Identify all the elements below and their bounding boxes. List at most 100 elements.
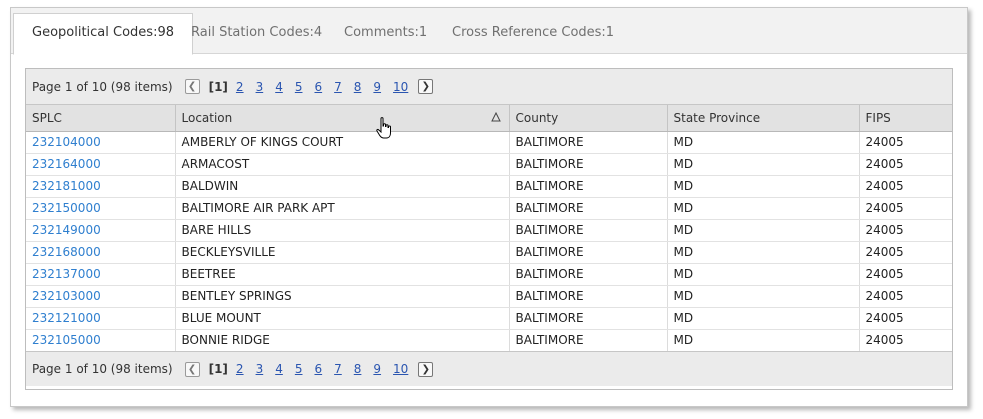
pager-page-link[interactable]: 9 — [373, 80, 381, 94]
tab-bar: Geopolitical Codes:98 Rail Station Codes… — [11, 8, 967, 55]
tab-geopolitical-codes[interactable]: Geopolitical Codes:98 — [13, 13, 193, 55]
table-row: 232181000 BALDWIN BALTIMORE MD 24005 — [26, 175, 952, 198]
chevron-right-icon[interactable]: ❯ — [418, 361, 434, 377]
pager-page-link[interactable]: 10 — [393, 362, 408, 376]
splc-cell: 232137000 — [26, 263, 176, 286]
pager-page-link[interactable]: 6 — [314, 362, 322, 376]
county-cell: BALTIMORE — [509, 329, 668, 351]
chevron-left-icon[interactable]: ❮ — [184, 361, 200, 377]
column-header-splc[interactable]: SPLC — [26, 105, 176, 132]
location-cell: BONNIE RIDGE — [175, 329, 510, 351]
splc-link[interactable]: 232168000 — [32, 245, 101, 259]
splc-cell: 232104000 — [26, 131, 176, 154]
splc-link[interactable]: 232137000 — [32, 267, 101, 281]
splc-link[interactable]: 232104000 — [32, 135, 101, 149]
county-cell: BALTIMORE — [509, 263, 668, 286]
splc-link[interactable]: 232164000 — [32, 157, 101, 171]
codes-grid: Page 1 of 10 (98 items) ❮ [1] 2 3 4 5 6 … — [25, 68, 953, 390]
state-province-cell: MD — [667, 131, 860, 154]
pager-current-page: [1] — [208, 362, 228, 376]
location-cell: BENTLEY SPRINGS — [175, 285, 510, 308]
location-cell: BECKLEYSVILLE — [175, 241, 510, 264]
pager-info: Page 1 of 10 (98 items) — [32, 362, 173, 376]
table-row: 232121000 BLUE MOUNT BALTIMORE MD 24005 — [26, 307, 952, 330]
splc-link[interactable]: 232121000 — [32, 311, 101, 325]
splc-cell: 232105000 — [26, 329, 176, 351]
tab-rail-station-codes[interactable]: Rail Station Codes:4 — [173, 14, 340, 54]
table-row: 232105000 BONNIE RIDGE BALTIMORE MD 2400… — [26, 329, 952, 351]
pager-bottom: Page 1 of 10 (98 items) ❮ [1] 2 3 4 5 6 … — [26, 351, 952, 386]
splc-cell: 232150000 — [26, 197, 176, 220]
fips-cell: 24005 — [859, 197, 952, 220]
state-province-cell: MD — [667, 263, 860, 286]
fips-cell: 24005 — [859, 241, 952, 264]
county-cell: BALTIMORE — [509, 241, 668, 264]
fips-cell: 24005 — [865, 333, 904, 348]
splc-cell: 232149000 — [26, 219, 176, 242]
tab-comments[interactable]: Comments:1 — [326, 14, 445, 54]
pager-page-link[interactable]: 2 — [236, 362, 244, 376]
splc-link[interactable]: 232150000 — [32, 201, 101, 215]
location-cell: BALDWIN — [175, 175, 510, 198]
splc-link[interactable]: 232103000 — [32, 289, 101, 303]
table-row: 232104000 AMBERLY OF KINGS COURT BALTIMO… — [26, 131, 952, 154]
state-province-cell: MD — [667, 153, 860, 176]
pager-page-link[interactable]: 3 — [256, 80, 264, 94]
splc-cell: 232181000 — [26, 175, 176, 198]
county-cell: BALTIMORE — [509, 285, 668, 308]
fips-cell: 24005 — [859, 153, 952, 176]
pager-current-page: [1] — [208, 79, 228, 94]
county-cell: BALTIMORE — [509, 175, 668, 198]
column-header-location-label: Location — [181, 110, 233, 125]
pager-page-link[interactable]: 8 — [354, 362, 362, 376]
location-cell: BALTIMORE AIR PARK APT — [175, 197, 510, 220]
fips-cell: 24005 — [859, 307, 952, 330]
state-province-cell: MD — [667, 197, 860, 220]
pager-info: Page 1 of 10 (98 items) — [32, 79, 173, 94]
pager-top: Page 1 of 10 (98 items) ❮ [1] 2 3 4 5 6 … — [26, 69, 952, 105]
codes-panel: Geopolitical Codes:98 Rail Station Codes… — [10, 7, 968, 407]
state-province-cell: MD — [667, 307, 860, 330]
pager-page-link[interactable]: 7 — [334, 362, 342, 376]
pager-page-link[interactable]: 4 — [275, 362, 283, 376]
splc-link[interactable]: 232105000 — [32, 333, 101, 347]
tab-cross-reference-codes[interactable]: Cross Reference Codes:1 — [434, 14, 632, 54]
codes-table: SPLC Location County State Province FIPS… — [26, 105, 952, 351]
fips-cell: 24005 — [859, 175, 952, 198]
splc-link[interactable]: 232149000 — [32, 223, 101, 237]
county-cell: BALTIMORE — [509, 307, 668, 330]
county-cell: BALTIMORE — [509, 153, 668, 176]
pager-page-link[interactable]: 4 — [275, 80, 283, 94]
pager-page-link[interactable]: 3 — [256, 362, 264, 376]
table-row: 232149000 BARE HILLS BALTIMORE MD 24005 — [26, 219, 952, 242]
splc-cell: 232103000 — [26, 285, 176, 308]
pager-page-link[interactable]: 2 — [236, 80, 244, 94]
table-row: 232164000 ARMACOST BALTIMORE MD 24005 — [26, 153, 952, 176]
table-row: 232168000 BECKLEYSVILLE BALTIMORE MD 240… — [26, 241, 952, 264]
pager-page-link[interactable]: 8 — [354, 80, 362, 94]
state-province-cell: MD — [667, 175, 860, 198]
state-province-cell: MD — [667, 329, 860, 351]
column-header-fips[interactable]: FIPS — [859, 105, 952, 132]
fips-cell: 24005 — [859, 263, 952, 286]
pager-page-link[interactable]: 7 — [334, 80, 342, 94]
pager-page-link[interactable]: 6 — [314, 80, 322, 94]
pager-page-link[interactable]: 9 — [373, 362, 381, 376]
table-header-row: SPLC Location County State Province FIPS — [26, 105, 952, 132]
chevron-right-icon[interactable]: ❯ — [418, 79, 434, 94]
splc-cell: 232121000 — [26, 307, 176, 330]
county-cell: BALTIMORE — [509, 131, 668, 154]
column-header-location[interactable]: Location — [175, 105, 510, 132]
fips-cell: 24005 — [859, 285, 952, 308]
location-cell: BEETREE — [175, 263, 510, 286]
pager-page-link[interactable]: 10 — [393, 80, 408, 94]
splc-link[interactable]: 232181000 — [32, 179, 101, 193]
pager-page-link[interactable]: 5 — [295, 362, 303, 376]
splc-cell: 232164000 — [26, 153, 176, 176]
column-header-state-province[interactable]: State Province — [667, 105, 860, 132]
sort-ascending-icon — [490, 112, 501, 122]
pager-page-link[interactable]: 5 — [295, 80, 303, 94]
column-header-county[interactable]: County — [509, 105, 668, 132]
chevron-left-icon[interactable]: ❮ — [184, 79, 200, 94]
table-row: 232103000 BENTLEY SPRINGS BALTIMORE MD 2… — [26, 285, 952, 308]
